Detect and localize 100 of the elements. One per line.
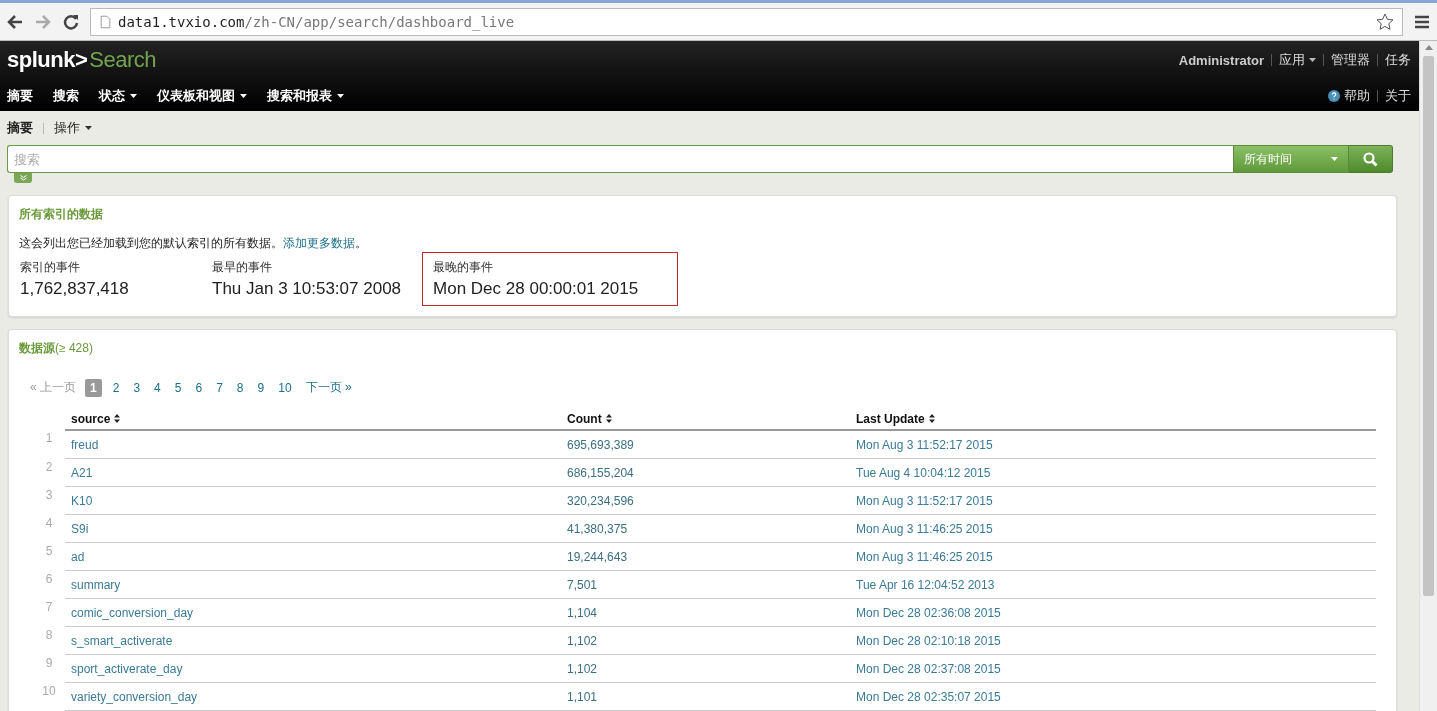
row-number: 10 (33, 682, 65, 711)
user-name[interactable]: Administrator (1178, 52, 1264, 68)
row-number: 6 (33, 570, 65, 599)
table-cell[interactable]: variety_conversion_day (65, 682, 561, 711)
table-cell[interactable]: comic_conversion_day (65, 598, 561, 627)
row-number: 3 (33, 486, 65, 515)
table-cell[interactable]: Tue Apr 16 12:04:52 2013 (850, 570, 1376, 599)
nav-item[interactable]: 状态 (99, 87, 137, 105)
table-cell: 1,102 (561, 654, 850, 683)
header-link[interactable]: 管理器 (1331, 51, 1370, 69)
table-cell: 686,155,204 (561, 458, 850, 487)
help-link[interactable]: 帮助 (1328, 87, 1370, 105)
sort-icon (114, 414, 121, 423)
page-link[interactable]: 9 (252, 378, 270, 397)
scroll-up-icon[interactable] (1424, 45, 1433, 50)
search-field[interactable]: 搜索 (7, 145, 1233, 173)
table-cell[interactable]: s_smart_activerate (65, 626, 561, 655)
column-header[interactable]: Count (561, 410, 850, 430)
caret-icon (1309, 58, 1316, 62)
caret-icon (85, 126, 92, 130)
page-link[interactable]: 7 (211, 378, 228, 397)
header-link[interactable]: 应用 (1279, 51, 1316, 69)
expand-toggle[interactable] (14, 173, 32, 183)
table-cell[interactable]: summary (65, 570, 561, 599)
address-bar[interactable]: data1.tvxio.com/zh-CN/app/search/dashboard_live (90, 7, 1403, 36)
column-header[interactable]: source (65, 410, 561, 430)
table-cell: 7,501 (561, 570, 850, 599)
row-number: 8 (33, 626, 65, 655)
table-cell[interactable]: Mon Aug 3 11:46:25 2015 (850, 542, 1376, 571)
page-link[interactable]: 2 (107, 378, 125, 397)
splunk-logo[interactable]: splunk>Search (7, 47, 156, 73)
scrollbar-thumb[interactable] (1423, 56, 1434, 596)
star-icon[interactable] (1376, 12, 1394, 31)
table-cell[interactable]: Mon Dec 28 02:35:07 2015 (850, 682, 1376, 711)
page-link[interactable]: 4 (149, 378, 166, 397)
caret-icon (240, 94, 247, 98)
row-number: 1 (33, 430, 65, 459)
add-data-link[interactable]: 添加更多数据 (283, 236, 355, 250)
nav-item[interactable]: 摘要 (7, 87, 33, 105)
table-cell[interactable]: Mon Dec 28 02:37:08 2015 (850, 654, 1376, 683)
table-cell[interactable]: Mon Aug 3 11:52:17 2015 (850, 486, 1376, 515)
table-cell[interactable]: S9i (65, 514, 561, 543)
subnav-item[interactable]: 操作 (54, 119, 92, 137)
table-cell: 1,104 (561, 598, 850, 627)
nav-item[interactable]: 搜索 (53, 87, 79, 105)
table-cell[interactable]: Mon Aug 3 11:46:25 2015 (850, 514, 1376, 543)
stat-value: 1,762,837,418 (20, 279, 130, 299)
table-cell: 41,380,375 (561, 514, 850, 543)
search-icon (1363, 151, 1378, 167)
table-cell[interactable]: sport_activerate_day (65, 654, 561, 683)
page-icon (99, 13, 112, 30)
sort-icon (605, 414, 612, 423)
page-link[interactable]: 6 (190, 378, 208, 397)
row-number: 7 (33, 598, 65, 627)
table-cell: 19,244,643 (561, 542, 850, 571)
stat-label: 索引的事件 (20, 259, 81, 276)
nav-item[interactable]: 仪表板和视图 (157, 87, 247, 105)
chevron-icon (19, 175, 27, 181)
header-link[interactable]: 关于 (1385, 87, 1411, 105)
table-cell: 320,234,596 (561, 486, 850, 515)
card-title: 数据源(≥ 428) (19, 340, 94, 357)
stat-label: 最晚的事件 (433, 259, 495, 276)
table-cell[interactable]: freud (65, 430, 561, 459)
page-link[interactable]: 3 (128, 378, 146, 397)
table-cell: 1,102 (561, 626, 850, 655)
table-cell[interactable]: Tue Aug 4 10:04:12 2015 (850, 458, 1376, 487)
page-link[interactable]: 10 (273, 378, 297, 397)
table-cell[interactable]: Mon Dec 28 02:36:08 2015 (850, 598, 1376, 627)
nav-item[interactable]: 搜索和报表 (267, 87, 344, 105)
back-icon[interactable] (6, 12, 24, 31)
table-cell[interactable]: K10 (65, 486, 561, 515)
table-cell[interactable]: A21 (65, 458, 561, 487)
next-page-link[interactable]: 下一页 » (300, 377, 357, 398)
page-link[interactable]: 5 (169, 378, 187, 397)
header-link[interactable]: 任务 (1385, 51, 1411, 69)
row-number: 2 (33, 458, 65, 487)
description-text: 这会列出您已经加载到您的默认索引的所有数据。添加更多数据。 (19, 235, 368, 252)
subnav-item[interactable]: 摘要 (7, 119, 33, 137)
row-number: 9 (33, 654, 65, 683)
stat-value: Thu Jan 3 10:53:07 2008 (212, 279, 402, 299)
table-cell: 695,693,389 (561, 430, 850, 459)
table-cell: 1,101 (561, 682, 850, 711)
table-cell[interactable]: Mon Aug 3 11:52:17 2015 (850, 430, 1376, 459)
table-cell[interactable]: ad (65, 542, 561, 571)
help-icon (1328, 90, 1340, 102)
card-title: 所有索引的数据 (19, 206, 104, 223)
table-cell[interactable]: Mon Dec 28 02:10:18 2015 (850, 626, 1376, 655)
url-text: data1.tvxio.com/zh-CN/app/search/dashboard_live (118, 13, 515, 30)
sort-icon (928, 414, 935, 423)
stat-value: Mon Dec 28 00:00:01 2015 (433, 279, 640, 299)
caret-icon (1331, 157, 1338, 161)
column-header[interactable]: Last Update (850, 410, 1376, 430)
caret-icon (337, 94, 344, 98)
reload-icon[interactable] (62, 12, 80, 31)
row-number: 4 (33, 514, 65, 543)
caret-icon (130, 94, 137, 98)
row-number: 5 (33, 542, 65, 571)
page-link[interactable]: 8 (231, 378, 249, 397)
search-button[interactable] (1349, 145, 1393, 173)
stat-label: 最早的事件 (212, 259, 273, 276)
